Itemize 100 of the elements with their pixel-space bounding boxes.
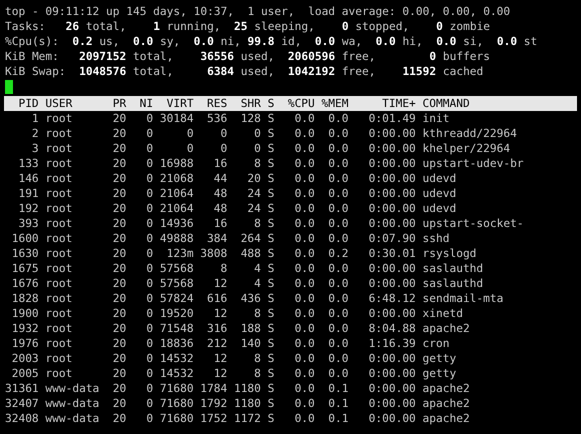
table-cell: getty [422, 366, 456, 381]
table-cell: 20 [112, 381, 126, 396]
table-cell: 536 [207, 111, 228, 126]
table-cell: 0 [146, 321, 154, 336]
table-cell: sshd [422, 231, 450, 246]
table-cell: 20 [112, 111, 126, 126]
table-cell: 316 [207, 321, 228, 336]
table-cell: 146 [18, 171, 39, 186]
table-cell: 12 [214, 351, 228, 366]
table-cell: 0:00.00 [368, 216, 416, 231]
table-cell: 191 [18, 186, 39, 201]
table-cell: 0:00.00 [368, 366, 416, 381]
table-cell: upstart-udev-br [422, 156, 524, 171]
table-cell: 0 [146, 291, 154, 306]
table-cell: 0.0 [328, 201, 348, 216]
table-cell: 44 [214, 171, 228, 186]
table-cell: 14936 [160, 216, 194, 231]
table-cell: 4 [254, 276, 261, 291]
table-cell: 8 [220, 261, 228, 276]
column-header: %CPU [288, 96, 315, 111]
table-cell: apache2 [422, 411, 470, 426]
table-cell: 0.0 [328, 186, 348, 201]
table-cell: 488 [240, 246, 261, 261]
table-cell: 1600 [12, 231, 39, 246]
table-cell: getty [422, 351, 456, 366]
table-cell: 16 [214, 216, 228, 231]
table-cell: 0 [146, 156, 154, 171]
table-cell: 0.0 [294, 171, 315, 186]
column-header: SHR [240, 96, 261, 111]
table-cell: 616 [207, 291, 228, 306]
table-cell: root [45, 156, 72, 171]
table-cell: 20 [112, 156, 126, 171]
table-cell: 21068 [160, 171, 194, 186]
table-cell: 8 [254, 351, 261, 366]
table-cell: 1792 [200, 396, 228, 411]
table-cell: khelper/22964 [422, 141, 510, 156]
table-cell: 0 [146, 396, 154, 411]
table-cell: 0.0 [328, 141, 348, 156]
column-header: NI [140, 96, 154, 111]
table-cell: 0.1 [328, 411, 348, 426]
table-cell: 0.2 [328, 246, 348, 261]
table-cell: 71680 [160, 381, 194, 396]
table-cell: root [45, 231, 72, 246]
table-cell: 1828 [12, 291, 39, 306]
table-cell: 0:00.00 [368, 171, 416, 186]
table-cell: 0:00.00 [368, 156, 416, 171]
table-cell: udevd [422, 186, 456, 201]
table-cell: 0 [146, 366, 154, 381]
table-cell: 0.0 [294, 261, 315, 276]
table-cell: 12 [214, 366, 228, 381]
table-cell: 48 [214, 201, 228, 216]
table-cell: 0 [146, 261, 154, 276]
table-cell: root [45, 366, 72, 381]
table-cell: 0:00.00 [368, 351, 416, 366]
table-cell: 0:00.00 [368, 276, 416, 291]
table-cell: 0.0 [294, 396, 315, 411]
table-cell: apache2 [422, 321, 470, 336]
table-cell: 0 [146, 186, 154, 201]
table-cell: 0.0 [294, 351, 315, 366]
table-cell: S [268, 126, 274, 141]
table-cell: 0.0 [294, 126, 315, 141]
table-cell: 0.0 [328, 111, 348, 126]
table-cell: 0.0 [328, 291, 348, 306]
table-cell: 0.0 [294, 246, 315, 261]
table-cell: 24 [247, 201, 261, 216]
table-cell: root [45, 306, 72, 321]
table-cell: 1180 [234, 381, 261, 396]
table-cell: 212 [207, 336, 228, 351]
table-cell: 0:00.00 [368, 306, 416, 321]
table-cell: 71548 [160, 321, 194, 336]
table-cell: 0 [146, 276, 154, 291]
summary-line: %Cpu(s): 0.2 us, 0.0 sy, 0.0 ni, 99.8 id, 0.0 wa, 0.0 hi, 0.0 si, 0.0 st [5, 34, 538, 49]
table-cell: root [45, 351, 72, 366]
table-cell: sendmail-mta [422, 291, 504, 306]
table-cell: 0.0 [328, 171, 348, 186]
table-cell: 16988 [160, 156, 194, 171]
table-cell: 6:48.12 [368, 291, 416, 306]
table-cell: 0.0 [328, 156, 348, 171]
table-cell: 0.0 [294, 186, 315, 201]
table-cell: 264 [240, 231, 261, 246]
table-cell: 0:00.00 [368, 186, 416, 201]
table-cell: 0:00.00 [368, 411, 416, 426]
table-cell: root [45, 291, 72, 306]
table-cell: 0.0 [328, 126, 348, 141]
table-cell: 1180 [234, 396, 261, 411]
table-cell: 0 [146, 411, 154, 426]
table-cell: S [268, 201, 274, 216]
table-cell: root [45, 216, 72, 231]
table-cell: S [268, 156, 274, 171]
table-cell: S [268, 396, 274, 411]
table-cell: 0.0 [294, 141, 315, 156]
table-cell: S [268, 336, 274, 351]
table-cell: S [268, 306, 274, 321]
table-cell: root [45, 186, 72, 201]
table-cell: 0.0 [294, 276, 315, 291]
table-cell: 1932 [12, 321, 39, 336]
table-cell: S [268, 171, 274, 186]
table-cell: S [268, 366, 274, 381]
table-cell: 1784 [200, 381, 228, 396]
table-cell: root [45, 246, 72, 261]
